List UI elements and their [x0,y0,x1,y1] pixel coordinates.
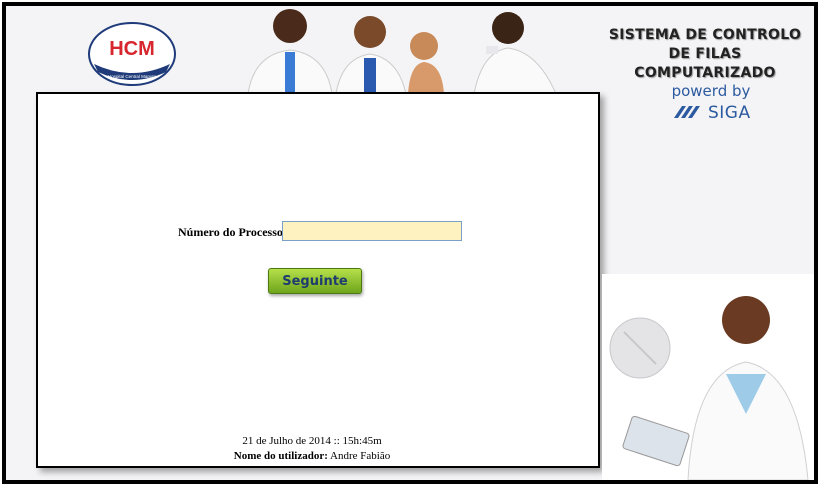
process-number-label: Número do Processo: [178,225,287,239]
powered-by-text: powerd by [671,82,751,100]
logo-subtext: Hospital Central Maputo [108,74,157,79]
title-line-2: DE FILAS COMPUTARIZADO [634,46,776,81]
hospital-logo: HCM Hospital Central Maputo [88,22,176,86]
system-title: SISTEMA DE CONTROLO DE FILAS COMPUTARIZA… [600,26,810,83]
user-name: Andre Fabião [330,450,391,462]
medical-staff-photo [238,6,560,94]
process-number-input[interactable] [282,221,462,241]
next-button[interactable]: Seguinte [268,268,362,294]
user-info: Nome do utilizador: Andre Fabião [38,450,586,462]
user-label: Nome do utilizador: [233,450,328,462]
datetime-text: 21 de Julho de 2014 :: 15h:45m [242,435,382,447]
login-panel: Número do Processo: Seguinte 21 de Julho… [36,92,600,468]
doctor-photo [602,274,814,480]
app-window: HCM Hospital Central Maputo SISTEMA DE C… [2,2,818,484]
title-line-1: SISTEMA DE CONTROLO [608,27,802,43]
logo-text: HCM [109,38,155,60]
brand-name: SIGA [708,103,751,123]
